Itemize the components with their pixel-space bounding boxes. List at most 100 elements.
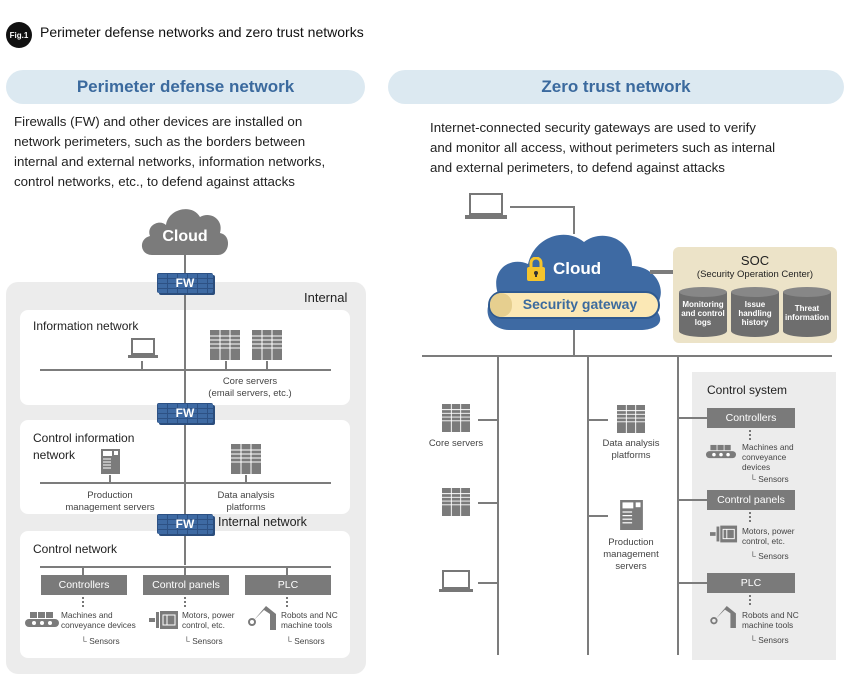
robot-arm-icon xyxy=(710,606,736,628)
robots-caption: Robots and NC machine tools xyxy=(742,610,799,630)
caption-line: control, etc. xyxy=(742,536,785,546)
branch-line xyxy=(587,355,589,655)
sensors-caption: └ Sensors xyxy=(81,636,120,646)
firewall-3: FW xyxy=(157,514,213,534)
caption-line: control, etc. xyxy=(182,620,225,630)
db-top xyxy=(679,287,727,297)
controllers-box: Controllers xyxy=(41,575,127,595)
caption-line: Motors, power xyxy=(182,610,235,620)
sensors-caption: └ Sensors xyxy=(750,635,789,645)
figure-badge: Fig.1 xyxy=(6,22,32,48)
lock-icon xyxy=(527,257,545,281)
soc-link xyxy=(650,270,674,274)
db-line: and control xyxy=(681,309,725,318)
soc-title: SOC xyxy=(740,253,770,268)
db-label: Monitoring and control logs xyxy=(679,300,727,327)
secure-cloud-label: Cloud xyxy=(553,259,602,278)
motor-icon xyxy=(710,525,738,543)
connector xyxy=(478,502,498,504)
db-line: handling xyxy=(738,309,772,318)
dotted-link xyxy=(82,597,84,607)
production-caption: Production management servers xyxy=(592,537,670,573)
db-line: Monitoring xyxy=(682,300,724,309)
database-icon: Issue handling history xyxy=(731,287,779,337)
db-line: history xyxy=(741,318,769,327)
zero-trust-bus xyxy=(422,355,832,357)
desc-line: Internet-connected security gateways are… xyxy=(430,120,756,135)
soc-subtitle: (Security Operation Center) xyxy=(696,269,814,280)
desc-line: control networks, etc., to defend agains… xyxy=(14,174,295,189)
sensors-caption: └ Sensors xyxy=(184,636,223,646)
controllers-box: Controllers xyxy=(707,408,795,428)
db-label: Issue handling history xyxy=(731,300,779,327)
connector xyxy=(678,499,707,501)
internal-label: Internal xyxy=(304,290,348,305)
database-icon: Threat information xyxy=(783,287,831,337)
core-servers-caption: Core servers xyxy=(428,438,484,449)
caption-line: Data analysis xyxy=(217,490,275,501)
connector xyxy=(225,361,227,369)
production-caption: Production management servers xyxy=(50,490,170,514)
connector xyxy=(82,566,84,575)
server-rack-icon xyxy=(442,404,470,432)
sensors-label: Sensors xyxy=(758,474,789,484)
cloud-label: Cloud xyxy=(162,228,208,245)
laptop-icon xyxy=(465,193,507,219)
caption-line: Production xyxy=(87,490,133,501)
sensors-label: Sensors xyxy=(758,635,789,645)
motors-caption: Motors, power control, etc. xyxy=(182,610,235,630)
db-line: information xyxy=(785,313,829,322)
motors-caption: Motors, power control, etc. xyxy=(742,526,795,546)
control-panels-box: Control panels xyxy=(707,490,795,510)
caption-line: management xyxy=(603,549,659,560)
connector xyxy=(266,361,268,369)
conveyor-icon xyxy=(706,444,736,459)
figure-title: Perimeter defense networks and zero trus… xyxy=(40,24,364,40)
sensors-label: Sensors xyxy=(294,636,325,646)
motor-icon xyxy=(149,611,178,629)
db-line: logs xyxy=(694,318,712,327)
caption-line: platforms xyxy=(611,450,651,461)
desc-line: and external perimeters, to defend again… xyxy=(430,160,725,175)
caption-line: machine tools xyxy=(742,620,794,630)
analysis-caption: Data analysis platforms xyxy=(196,490,296,514)
connector xyxy=(478,419,498,421)
firewall-2: FW xyxy=(157,403,213,423)
server-rack-icon xyxy=(617,405,645,433)
caption-line: servers xyxy=(615,561,647,572)
connector xyxy=(678,417,707,419)
caption-line: machine tools xyxy=(281,620,333,630)
caption-line: conveyance devices xyxy=(61,620,136,630)
caption-line: devices xyxy=(742,462,771,472)
laptop-link xyxy=(510,206,574,208)
sensors-caption: └ Sensors xyxy=(750,551,789,561)
title-line: Control information xyxy=(33,431,135,445)
caption-line: Robots and NC xyxy=(281,610,338,620)
db-top xyxy=(731,287,779,297)
caption-line: management servers xyxy=(65,502,155,513)
sensors-label: Sensors xyxy=(89,636,120,646)
analysis-caption: Data analysis platforms xyxy=(592,438,670,462)
perimeter-description: Firewalls (FW) and other devices are ins… xyxy=(14,112,374,192)
dotted-link xyxy=(184,597,186,607)
gateway-link xyxy=(573,330,575,356)
information-network-title: Information network xyxy=(33,319,139,333)
caption-line: Machines and xyxy=(61,610,113,620)
connector xyxy=(678,582,707,584)
caption-line: (email servers, etc.) xyxy=(208,388,292,399)
plc-box: PLC xyxy=(245,575,331,595)
db-label: Threat information xyxy=(783,304,831,322)
firewall-1: FW xyxy=(157,273,213,293)
sensors-caption: └ Sensors xyxy=(286,636,325,646)
branch-line xyxy=(677,355,679,655)
sensors-caption: └ Sensors xyxy=(750,474,789,484)
caption-line: platforms xyxy=(226,502,266,513)
plc-box: PLC xyxy=(707,573,795,593)
robot-arm-icon xyxy=(248,606,276,630)
desc-line: Firewalls (FW) and other devices are ins… xyxy=(14,114,303,129)
zero-trust-heading: Zero trust network xyxy=(388,70,844,104)
laptop-icon xyxy=(439,570,473,592)
conveyor-icon xyxy=(25,612,59,627)
caption-line: Robots and NC xyxy=(742,610,799,620)
sensors-label: Sensors xyxy=(758,551,789,561)
